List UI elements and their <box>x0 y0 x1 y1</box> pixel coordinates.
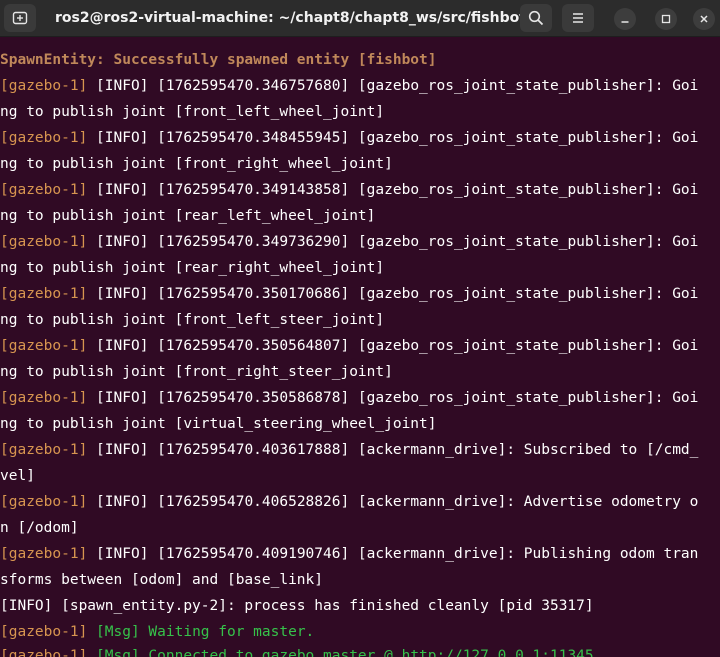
title-bar: ros2@ros2-virtual-machine: ~/chapt8/chap… <box>0 0 720 37</box>
log-message: [INFO] [1762595470.350564807] [gazebo_ro… <box>87 338 699 354</box>
terminal-line: [gazebo-1] [INFO] [1762595470.349143858]… <box>0 177 720 203</box>
close-button[interactable] <box>693 8 715 30</box>
warning-text: SpawnEntity: Successfully spawned entity… <box>0 52 437 68</box>
log-message: ng to publish joint [front_left_steer_jo… <box>0 312 385 328</box>
new-tab-button[interactable] <box>4 4 36 32</box>
terminal-line: [gazebo-1] [INFO] [1762595470.406528826]… <box>0 489 720 515</box>
terminal-line: ng to publish joint [front_right_steer_j… <box>0 359 720 385</box>
log-message: [INFO] [1762595470.350586878] [gazebo_ro… <box>87 390 699 406</box>
log-message: ng to publish joint [front_right_steer_j… <box>0 364 393 380</box>
log-message: sforms between [odom] and [base_link] <box>0 572 324 588</box>
terminal-line: [gazebo-1] [INFO] [1762595470.350564807]… <box>0 333 720 359</box>
log-message: n [/odom] <box>0 520 79 536</box>
process-tag: [gazebo-1] <box>0 234 88 250</box>
terminal-line: n [/odom] <box>0 515 720 541</box>
terminal-line: [gazebo-1] [INFO] [1762595470.409190746]… <box>0 541 720 567</box>
process-tag: [gazebo-1] <box>0 494 88 510</box>
terminal-output[interactable]: SpawnEntity: Successfully spawned entity… <box>0 47 720 657</box>
log-message: vel] <box>0 468 35 484</box>
process-tag: [gazebo-1] <box>0 390 88 406</box>
log-message: ng to publish joint [rear_left_wheel_joi… <box>0 208 376 224</box>
log-message: [INFO] [1762595470.403617888] [ackermann… <box>87 442 699 458</box>
new-tab-icon <box>12 11 28 25</box>
terminal-line: [gazebo-1] [Msg] Connected to gazebo mas… <box>0 643 720 657</box>
log-message: [Msg] Waiting for master. <box>87 624 315 640</box>
log-message: [INFO] [1762595470.346757680] [gazebo_ro… <box>87 78 699 94</box>
terminal-line: [gazebo-1] [INFO] [1762595470.349736290]… <box>0 229 720 255</box>
terminal-line: ng to publish joint [front_right_wheel_j… <box>0 151 720 177</box>
terminal-line: ng to publish joint [front_left_wheel_jo… <box>0 99 720 125</box>
hamburger-menu-icon <box>573 13 583 23</box>
log-message: [INFO] [1762595470.348455945] [gazebo_ro… <box>87 130 699 146</box>
process-tag: [gazebo-1] <box>0 78 88 94</box>
window-title: ros2@ros2-virtual-machine: ~/chapt8/chap… <box>55 10 549 26</box>
terminal-line: [gazebo-1] [Msg] Waiting for master. <box>0 619 720 645</box>
process-tag: [gazebo-1] <box>0 546 88 562</box>
close-icon <box>700 15 708 23</box>
terminal-line: sforms between [odom] and [base_link] <box>0 567 720 593</box>
terminal-line: [gazebo-1] [INFO] [1762595470.348455945]… <box>0 125 720 151</box>
log-message: [Msg] Connected to gazebo master @ http:… <box>87 648 594 657</box>
terminal-line: vel] <box>0 463 720 489</box>
log-message: ng to publish joint [front_left_wheel_jo… <box>0 104 385 120</box>
terminal-window: ros2@ros2-virtual-machine: ~/chapt8/chap… <box>0 0 720 657</box>
process-tag: [gazebo-1] <box>0 442 88 458</box>
log-message: ng to publish joint [rear_right_wheel_jo… <box>0 260 385 276</box>
terminal-line: SpawnEntity: Successfully spawned entity… <box>0 47 720 73</box>
log-message: [INFO] [1762595470.350170686] [gazebo_ro… <box>87 286 699 302</box>
process-tag: [gazebo-1] <box>0 130 88 146</box>
search-button[interactable] <box>520 4 552 32</box>
terminal-line: ng to publish joint [rear_right_wheel_jo… <box>0 255 720 281</box>
terminal-line: [gazebo-1] [INFO] [1762595470.403617888]… <box>0 437 720 463</box>
terminal-line: ng to publish joint [front_left_steer_jo… <box>0 307 720 333</box>
terminal-line: [gazebo-1] [INFO] [1762595470.350586878]… <box>0 385 720 411</box>
menu-button[interactable] <box>562 4 594 32</box>
minimize-icon <box>621 21 629 23</box>
minimize-button[interactable] <box>614 8 636 30</box>
log-message: ng to publish joint [front_right_wheel_j… <box>0 156 393 172</box>
terminal-line: [gazebo-1] [INFO] [1762595470.350170686]… <box>0 281 720 307</box>
log-message: ng to publish joint [virtual_steering_wh… <box>0 416 437 432</box>
log-message: [INFO] [1762595470.349736290] [gazebo_ro… <box>87 234 699 250</box>
maximize-icon <box>661 14 671 24</box>
process-tag: [gazebo-1] <box>0 624 88 640</box>
log-message: [INFO] [1762595470.349143858] [gazebo_ro… <box>87 182 699 198</box>
log-message: [INFO] [spawn_entity.py-2]: process has … <box>0 598 594 614</box>
search-icon <box>528 10 544 26</box>
process-tag: [gazebo-1] <box>0 648 88 657</box>
terminal-line: ng to publish joint [rear_left_wheel_joi… <box>0 203 720 229</box>
terminal-line: [gazebo-1] [INFO] [1762595470.346757680]… <box>0 73 720 99</box>
process-tag: [gazebo-1] <box>0 338 88 354</box>
log-message: [INFO] [1762595470.406528826] [ackermann… <box>87 494 699 510</box>
log-message: [INFO] [1762595470.409190746] [ackermann… <box>87 546 699 562</box>
maximize-button[interactable] <box>655 8 677 30</box>
terminal-line: [INFO] [spawn_entity.py-2]: process has … <box>0 593 720 619</box>
process-tag: [gazebo-1] <box>0 286 88 302</box>
process-tag: [gazebo-1] <box>0 182 88 198</box>
terminal-line: ng to publish joint [virtual_steering_wh… <box>0 411 720 437</box>
